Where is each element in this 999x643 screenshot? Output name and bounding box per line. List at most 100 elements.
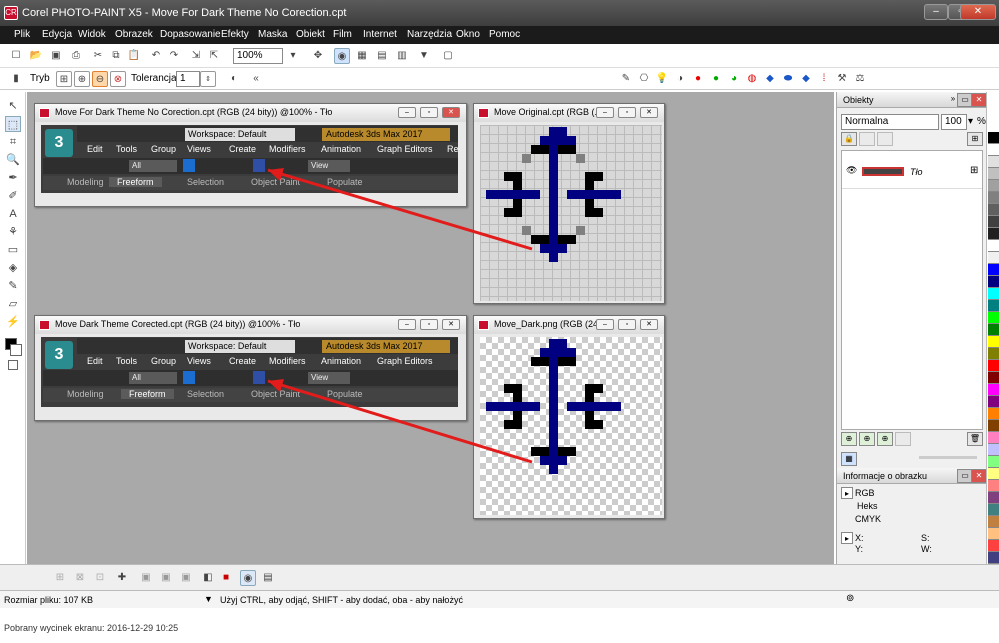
zoom-tool-icon[interactable]: 🔍 <box>5 152 21 168</box>
effect-tool-icon[interactable]: ⚡ <box>5 314 21 330</box>
pick-tool-icon[interactable]: ↖ <box>5 98 21 114</box>
doc-maximize-button[interactable]: ▫ <box>618 319 636 330</box>
menu-film[interactable]: Film <box>333 29 352 40</box>
color-balance-icon[interactable]: ● <box>690 71 706 87</box>
blend-mode-select[interactable]: Normalna <box>841 114 939 130</box>
layer-name[interactable]: Tło <box>910 167 923 177</box>
close-button[interactable]: ✕ <box>960 4 996 20</box>
palette-swatch[interactable] <box>988 240 999 252</box>
palette-swatch[interactable] <box>988 300 999 312</box>
palette-swatch[interactable] <box>988 516 999 528</box>
palette-swatch[interactable] <box>988 348 999 360</box>
document-window-corrected[interactable]: Move Dark Theme Corected.cpt (RGB (24 bi… <box>34 315 467 421</box>
visibility-eye-icon[interactable]: 👁 <box>846 165 857 176</box>
doc-close-button[interactable]: ✕ <box>640 107 658 118</box>
doc-minimize-button[interactable]: – <box>398 319 416 330</box>
palette-swatch[interactable] <box>988 480 999 492</box>
undo-icon[interactable]: ↶ <box>148 48 164 64</box>
channel-mixer-icon[interactable]: ⬬ <box>780 71 796 87</box>
doc-minimize-button[interactable]: – <box>398 107 416 118</box>
menu-obrazek[interactable]: Obrazek <box>115 29 153 40</box>
mask-object-icon[interactable] <box>895 432 911 446</box>
palette-swatch[interactable] <box>988 216 999 228</box>
menu-efekty[interactable]: Efekty <box>221 29 249 40</box>
full-screen-icon[interactable]: ◉ <box>334 48 350 64</box>
palette-swatch[interactable] <box>988 192 999 204</box>
status-settings-icon[interactable]: ⊚ <box>846 593 854 604</box>
panel-icon[interactable]: ▤ <box>260 570 276 586</box>
export-icon[interactable]: ⇱ <box>206 48 222 64</box>
stop-icon[interactable]: ■ <box>218 570 234 586</box>
clip-mask-icon[interactable]: ▦ <box>841 452 857 466</box>
document-window-move-dark[interactable]: Move_Dark.png (RGB (24... – ▫ ✕ <box>473 315 665 519</box>
palette-swatch[interactable] <box>988 228 999 240</box>
delete-object-icon[interactable]: 🗑 <box>967 432 983 446</box>
palette-swatch[interactable] <box>988 432 999 444</box>
palette-swatch[interactable] <box>988 552 999 564</box>
paint-tool-icon[interactable]: ✎ <box>5 278 21 294</box>
brightness-icon[interactable]: ✎ <box>618 71 634 87</box>
red-eye-icon[interactable]: ◍ <box>744 71 760 87</box>
doc-minimize-button[interactable]: – <box>596 319 614 330</box>
doc-maximize-button[interactable]: ▫ <box>618 107 636 118</box>
rectangle-tool-icon[interactable]: ▭ <box>5 242 21 258</box>
lock-transparency-icon[interactable] <box>859 132 875 146</box>
new-file-icon[interactable]: ☐ <box>8 48 24 64</box>
menu-edycja[interactable]: Edycja <box>42 29 72 40</box>
application-launcher-icon[interactable]: ▢ <box>440 48 456 64</box>
copy-icon[interactable]: ⧉ <box>108 48 124 64</box>
save-icon[interactable]: ▣ <box>48 48 64 64</box>
tone-curve-icon[interactable]: ⚖ <box>852 71 868 87</box>
palette-swatch[interactable] <box>988 132 999 144</box>
background-color-swatch[interactable] <box>10 344 22 356</box>
redeye-tool-icon[interactable]: ✐ <box>5 188 21 204</box>
status-dropdown-icon[interactable]: ▼ <box>204 594 213 604</box>
palette-swatch[interactable] <box>988 288 999 300</box>
menu-dopasowanie[interactable]: Dopasowanie <box>160 29 221 40</box>
document-window-no-correction[interactable]: Move For Dark Theme No Corection.cpt (RG… <box>34 103 467 207</box>
more-options-icon[interactable]: « <box>248 71 264 87</box>
palette-swatch[interactable] <box>988 492 999 504</box>
palette-swatch[interactable] <box>988 444 999 456</box>
palette-swatch[interactable] <box>988 312 999 324</box>
lock-icon[interactable]: 🔒 <box>841 132 857 146</box>
palette-swatch[interactable] <box>988 456 999 468</box>
lens-icon[interactable]: ◆ <box>798 71 814 87</box>
eyedropper-tool-icon[interactable]: ✒ <box>5 170 21 186</box>
palette-swatch[interactable] <box>988 204 999 216</box>
info-expand-icon[interactable]: ▸ <box>841 487 853 499</box>
tolerance-spinner[interactable]: ⇕ <box>200 71 216 87</box>
transform-icon[interactable]: ✚ <box>114 570 130 586</box>
corel-app-icon[interactable]: CR <box>4 6 18 20</box>
launch-icon[interactable]: ▼ <box>416 48 432 64</box>
arrange-icon[interactable]: ⊡ <box>92 570 108 586</box>
palette-swatch[interactable] <box>988 384 999 396</box>
saturation-icon[interactable]: ◕ <box>726 71 742 87</box>
palette-swatch[interactable] <box>988 528 999 540</box>
text-tool-icon[interactable]: A <box>5 206 21 222</box>
palette-swatch[interactable] <box>988 372 999 384</box>
combine-objects-icon[interactable]: ⊠ <box>72 570 88 586</box>
palette-swatch[interactable] <box>988 420 999 432</box>
combine-icon[interactable]: ⊕ <box>877 432 893 446</box>
doc-maximize-button[interactable]: ▫ <box>420 319 438 330</box>
minimize-button[interactable]: – <box>924 4 948 20</box>
crop-tool-icon[interactable]: ⌗ <box>5 134 21 150</box>
palette-swatch[interactable] <box>988 252 999 264</box>
opacity-stepper[interactable]: ▾ <box>968 116 973 127</box>
docker-slider-track[interactable] <box>919 456 977 459</box>
palette-swatch[interactable] <box>988 408 999 420</box>
palette-swatch[interactable] <box>988 168 999 180</box>
pan-icon[interactable]: ✥ <box>310 48 326 64</box>
mask-invert-icon[interactable]: ▣ <box>178 570 194 586</box>
zoom-field[interactable]: 100% <box>233 48 283 64</box>
palette-swatch[interactable] <box>988 180 999 192</box>
sharpen-icon[interactable]: ⁞ <box>816 71 832 87</box>
grid-icon[interactable]: ▤ <box>374 48 390 64</box>
open-file-icon[interactable]: 📂 <box>28 48 44 64</box>
doc-minimize-button[interactable]: – <box>596 107 614 118</box>
palette-swatch[interactable] <box>988 276 999 288</box>
info-close-button[interactable]: ✕ <box>971 469 987 483</box>
mode-add-icon[interactable]: ⊕ <box>74 71 90 87</box>
link-icon[interactable] <box>877 132 893 146</box>
